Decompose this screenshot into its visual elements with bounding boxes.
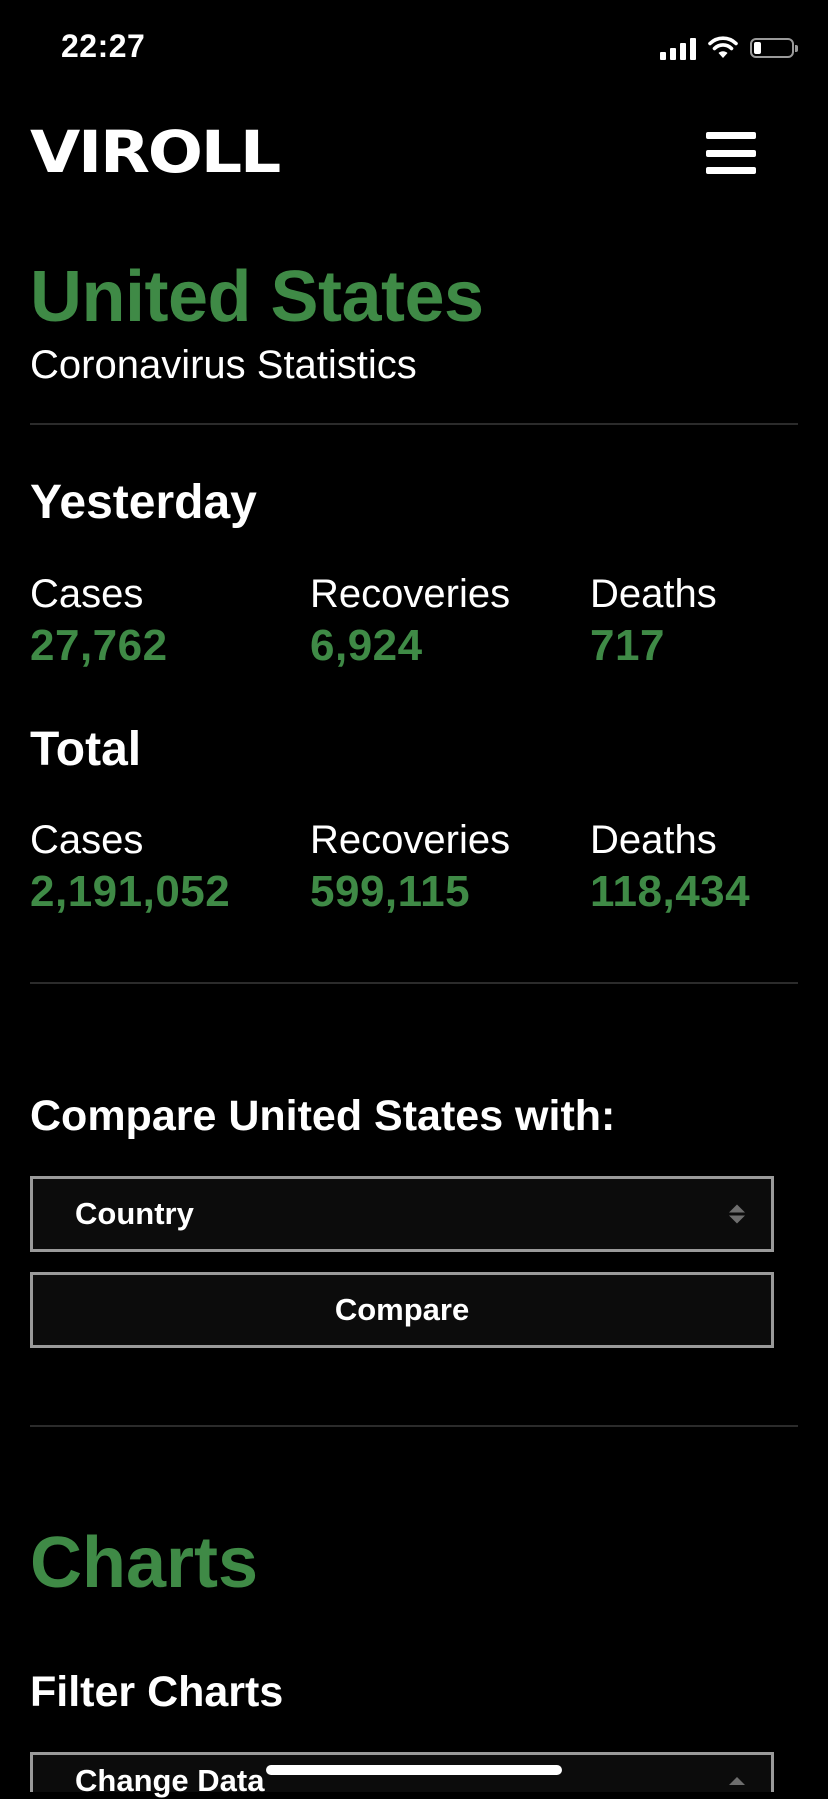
yesterday-recoveries-label: Recoveries: [310, 572, 511, 616]
logo[interactable]: VIROLL: [30, 118, 281, 186]
divider: [30, 1425, 798, 1427]
signal-icon: [660, 36, 696, 60]
divider: [30, 982, 798, 984]
total-recoveries-value: 599,115: [310, 867, 471, 916]
compare-heading: Compare United States with:: [30, 1092, 616, 1140]
battery-icon: [750, 38, 798, 58]
divider: [30, 423, 798, 425]
country-select-value: Country: [75, 1196, 194, 1231]
wifi-icon: [708, 36, 738, 58]
compare-button[interactable]: Compare: [30, 1272, 774, 1348]
status-time: 22:27: [61, 28, 146, 64]
select-arrows-icon: [729, 1777, 745, 1785]
page-subtitle: Coronavirus Statistics: [30, 343, 417, 387]
yesterday-cases-value: 27,762: [30, 621, 168, 670]
charts-title: Charts: [30, 1523, 259, 1603]
total-deaths-label: Deaths: [590, 818, 717, 862]
total-heading: Total: [30, 723, 142, 776]
page-title: United States: [30, 257, 484, 337]
yesterday-deaths-value: 717: [590, 621, 665, 670]
battery-level: [754, 42, 761, 54]
yesterday-deaths-label: Deaths: [590, 572, 717, 616]
total-cases-value: 2,191,052: [30, 867, 231, 916]
status-icons: [660, 36, 798, 60]
yesterday-recoveries-value: 6,924: [310, 621, 423, 670]
country-select[interactable]: Country: [30, 1176, 774, 1252]
total-cases-label: Cases: [30, 818, 144, 862]
yesterday-cases-label: Cases: [30, 572, 144, 616]
hamburger-menu-icon[interactable]: [706, 132, 756, 174]
filter-charts-heading: Filter Charts: [30, 1668, 284, 1716]
total-deaths-value: 118,434: [590, 867, 751, 916]
home-indicator: [266, 1765, 562, 1775]
select-arrows-icon: [729, 1204, 745, 1224]
total-recoveries-label: Recoveries: [310, 818, 511, 862]
change-data-select-value: Change Data: [75, 1763, 265, 1798]
yesterday-heading: Yesterday: [30, 476, 257, 529]
